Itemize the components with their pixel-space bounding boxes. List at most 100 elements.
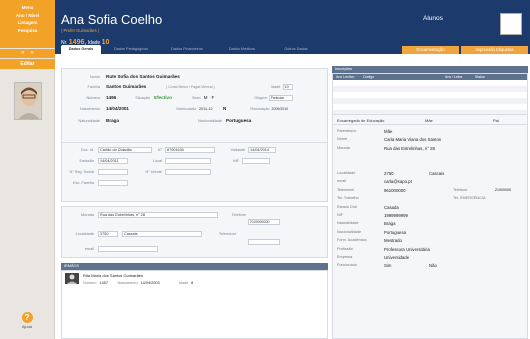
doc-type-field[interactable]: Cartão do Cidadão (98, 146, 152, 153)
guardian-panel: Encarregado de Educação Mãe Pai Parentes… (332, 114, 528, 339)
guardian-field-value[interactable]: Sim (384, 263, 391, 268)
edit-button[interactable]: Editar (0, 59, 55, 69)
locality-field[interactable]: Cascais (122, 230, 202, 237)
renewal-value: 2009/2010 (271, 106, 289, 111)
nif-field[interactable] (242, 157, 270, 164)
number-field-label: Número (86, 95, 100, 100)
guardian-field-value-3[interactable]: 21000000 (495, 188, 511, 192)
sibling-age-label: Idade (178, 280, 189, 285)
doc-number-field[interactable]: 87001630 (165, 146, 215, 153)
menu-item-listagem[interactable]: Listagem (0, 19, 55, 27)
tab-guardian[interactable]: Encarregado de Educação (337, 117, 384, 125)
guardian-field-value[interactable]: Casada (384, 205, 399, 210)
tab-outros-dados[interactable]: Outros Dados (271, 45, 321, 54)
mobile-label: Telemóvel (218, 231, 236, 236)
menu-item-ano-nivel[interactable]: Ano / Nivel (0, 12, 55, 20)
enrolled-label: Matriculado (176, 106, 196, 111)
sex-f-option[interactable]: F (211, 95, 214, 100)
tab-dados-gerais[interactable]: Dados Gerais (61, 45, 101, 54)
menu-item-menu[interactable]: Menu (0, 4, 55, 12)
guardian-field-value[interactable]: Portuguesa (384, 230, 406, 235)
user-number-field[interactable] (165, 168, 211, 175)
col-code: Código (363, 75, 375, 79)
documentation-button[interactable]: Documentação (402, 46, 459, 54)
tab-dados-medicos[interactable]: Dados Médicos (217, 45, 267, 54)
doc-number-label: N° (157, 147, 162, 152)
guardian-field-value-2[interactable]: Não (429, 263, 437, 268)
sibling-birth: 14/04/2003 (140, 280, 160, 285)
guardian-field-value[interactable]: Mãe (384, 129, 392, 134)
guardian-field-value[interactable]: carla@sapo.pt (384, 179, 412, 184)
previous-record-button[interactable]: « (21, 49, 24, 58)
family-allowance-field[interactable] (98, 179, 128, 186)
tab-father[interactable]: Pai (493, 117, 499, 125)
phone-field[interactable]: 2100000000 (248, 218, 280, 225)
col-school-year: Ano Lectivo (336, 75, 355, 79)
help-button[interactable]: ? Ajuda (17, 312, 37, 329)
guardian-field-value[interactable]: Professora Universitária (384, 247, 430, 252)
guardian-field-value[interactable]: 2750 (384, 171, 394, 176)
validity-label: Validade (230, 147, 246, 152)
user-number-label: N° Utente (145, 169, 162, 174)
sibling-number: 1497 (99, 280, 108, 285)
sex-m-option[interactable]: M (204, 95, 208, 100)
tab-mother[interactable]: Mãe (425, 117, 433, 125)
email-field[interactable] (98, 245, 158, 252)
guardian-field-label: Morada (337, 145, 350, 150)
family-label: Família (87, 84, 100, 89)
guardian-field-label: Naturalidade (337, 221, 359, 226)
guardian-field-value[interactable]: Universidade (384, 255, 409, 260)
guardian-field-label: Empresa (337, 255, 353, 259)
tab-dados-pedagogicos[interactable]: Dados Pedagógicos (105, 45, 157, 54)
postal-code-field[interactable]: 3750 (98, 230, 118, 237)
guardian-tabs: Encarregado de Educação Mãe Pai (333, 117, 527, 125)
main-content: Nome Rute Sofia dos Santos Guimarães Famí… (55, 54, 530, 339)
issue-field[interactable]: 14/04/2011 (98, 157, 128, 164)
guardian-field-value[interactable]: 1999999999 (384, 213, 408, 218)
table-row (333, 98, 527, 104)
guardian-field-value[interactable]: Carla Maria Viana dos Santos (384, 137, 441, 142)
social-security-field[interactable] (98, 168, 128, 175)
local-field[interactable] (165, 157, 211, 164)
origin-label: Origem (254, 95, 267, 100)
phone-label: Telefone (231, 212, 246, 217)
birth-label: Nascimento (79, 106, 100, 111)
guardian-field-label: Nome (337, 137, 348, 142)
help-icon: ? (21, 312, 33, 323)
guardian-field-value-2[interactable]: Cascais (429, 171, 444, 176)
doc-type-label: Doc. Id. (80, 147, 94, 152)
sibling-age: 8 (191, 280, 194, 285)
sibling-birth-label: Nascimento (117, 280, 138, 285)
birthplace-value: Braga (106, 118, 120, 123)
tab-bar: Dados Gerais Dados Pedagógicos Dados Fin… (55, 45, 530, 54)
nationality-label: Nacionalidade (197, 118, 222, 123)
guardian-field-label-2: Telefone (453, 187, 468, 192)
age-field[interactable]: 10 (282, 83, 293, 90)
guardian-field-value[interactable]: Mestrado (384, 238, 402, 243)
guardian-field-value[interactable]: Rua das Estrelinhas, n° 28 (384, 146, 435, 151)
issue-label: Emissão (79, 158, 94, 163)
guardian-field-label-2: Tel. EMERGÊNCIA (453, 196, 486, 201)
tab-dados-financeiros[interactable]: Dados Financeiros (161, 45, 213, 54)
address-field[interactable]: Rua das Estrelinhas, n° 28 (98, 211, 218, 218)
validity-field[interactable]: 14/04/2014 (248, 146, 276, 153)
guardian-field-value[interactable]: 961000000 (384, 188, 406, 193)
sidebar: Menu Ano / Nivel Listagem Pesquisa « » E… (0, 0, 55, 339)
origin-field[interactable]: Particular (268, 94, 293, 101)
guardian-field-value[interactable]: Braga (384, 221, 395, 226)
guardian-field-label: Form. Académica (337, 238, 367, 243)
menu-item-pesquisa[interactable]: Pesquisa (0, 27, 55, 35)
social-security-label: N° Seg. Social (69, 169, 94, 174)
local-label: Local (152, 158, 162, 163)
next-record-button[interactable]: » (31, 49, 34, 58)
record-navigation: « » (0, 49, 55, 58)
family-allowance-label: Esc. Família (73, 180, 94, 185)
col-year-letter: Ano / Letra (445, 75, 463, 79)
print-labels-button[interactable]: Impressão Etiquetas (461, 46, 528, 54)
thumbnail-box (500, 13, 522, 35)
sibling-name: Rita Maria dos Santos Guimarães (83, 273, 144, 278)
mobile-field[interactable] (248, 238, 280, 245)
family-hint: ( Conta Mesm / Pagar Mensal ) (166, 84, 215, 89)
sibling-number-label: Número (83, 280, 97, 285)
nationality-value: Portuguesa (226, 118, 252, 123)
